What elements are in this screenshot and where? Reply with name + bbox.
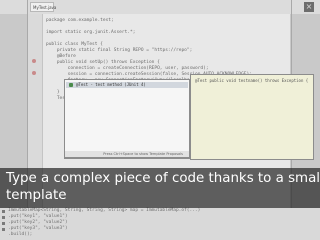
editor-tab-label: MyTest.java <box>33 5 57 10</box>
console-bullet-icon <box>2 216 5 219</box>
template-preview-text: @Test public void testname() throws Exce… <box>195 78 309 83</box>
caption-line-1: Type a complex piece of code thanks to a… <box>6 171 320 186</box>
ide-screenshot: MyTest.java × package com.example.test; … <box>0 0 320 240</box>
autocomplete-selected-item[interactable]: @Test - test method (JUnit 4) <box>66 82 188 88</box>
template-preview-panel: @Test public void testname() throws Exce… <box>190 74 314 160</box>
template-icon <box>69 83 73 87</box>
breakpoint-marker <box>32 59 36 63</box>
autocomplete-footer: Press Ctrl+Space to show Template Propos… <box>64 151 190 158</box>
console-bullet-icon <box>2 222 5 225</box>
editor-tab[interactable]: MyTest.java <box>30 2 57 12</box>
code-line: import static org.junit.Assert.*; <box>46 30 136 35</box>
editor-toolbar: MyTest.java × <box>0 0 320 14</box>
console-bullet-icon <box>2 228 5 231</box>
console-line: .build(); <box>8 232 33 237</box>
bottom-panel: ImmutableMap<String, String, String, Str… <box>0 208 320 240</box>
breakpoint-marker <box>32 71 36 75</box>
console-bullet-icon <box>2 210 5 213</box>
autocomplete-popup[interactable]: @Test - test method (JUnit 4) <box>64 79 190 159</box>
caption-banner: Type a complex piece of code thanks to a… <box>0 168 320 208</box>
caption-line-2: template <box>6 188 67 203</box>
close-icon[interactable]: × <box>304 2 314 12</box>
autocomplete-item-label: @Test - test method (JUnit 4) <box>76 82 146 87</box>
code-line: package com.example.test; <box>46 18 114 23</box>
